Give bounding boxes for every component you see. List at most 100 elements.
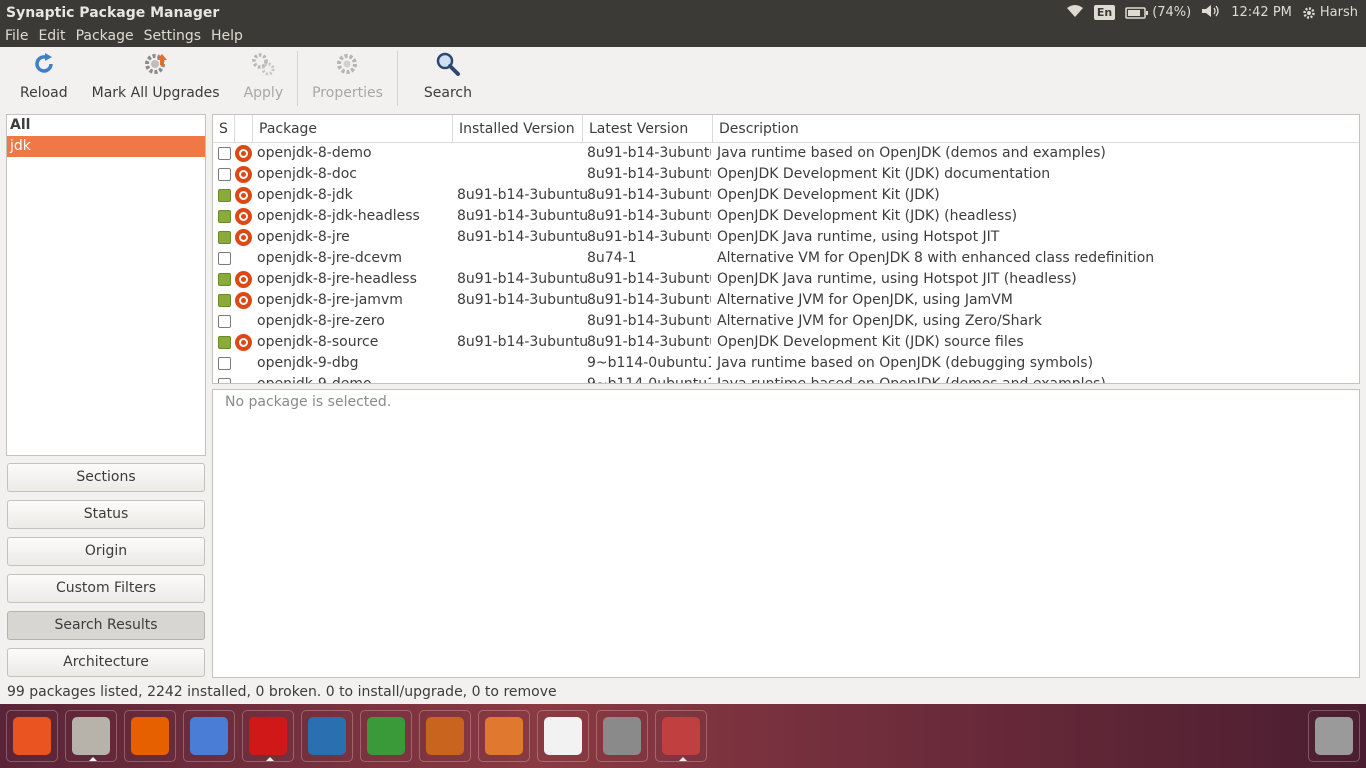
properties-label: Properties — [312, 85, 383, 101]
table-row[interactable]: openjdk-8-jre 8u91-b14-3ubuntu 8u91-b14-3u… — [213, 227, 1359, 248]
column-header-package[interactable]: Package — [253, 115, 453, 143]
package-name: openjdk-8-demo — [257, 145, 372, 161]
package-name: openjdk-8-jre-headless — [257, 271, 417, 287]
ubuntu-supported-icon — [235, 145, 252, 162]
table-row[interactable]: openjdk-8-jre-headless 8u91-b14-3ubuntu 8u… — [213, 269, 1359, 290]
package-status-checkbox[interactable] — [218, 210, 231, 223]
menu-file[interactable]: File — [5, 28, 28, 44]
package-status-checkbox[interactable] — [218, 336, 231, 349]
reload-button[interactable]: Reload — [0, 47, 80, 110]
table-row[interactable]: openjdk-8-jre-jamvm 8u91-b14-3ubuntu 8u91-… — [213, 290, 1359, 311]
table-row[interactable]: openjdk-9-dbg 9~b114-0ubuntu1 Java runtime… — [213, 353, 1359, 374]
mark-all-upgrades-button[interactable]: Mark All Upgrades — [80, 47, 232, 110]
package-status-checkbox[interactable] — [218, 252, 231, 265]
menu-package[interactable]: Package — [76, 28, 134, 44]
package-name: openjdk-9-dbg — [257, 355, 359, 371]
running-indicator — [266, 757, 274, 761]
keyboard-layout-indicator[interactable]: En — [1093, 5, 1116, 20]
package-description: OpenJDK Development Kit (JDK) — [717, 187, 940, 203]
menu-settings[interactable]: Settings — [144, 28, 201, 44]
table-row[interactable]: openjdk-8-jdk-headless 8u91-b14-3ubuntu 8u… — [213, 206, 1359, 227]
filter-item-all[interactable]: All — [7, 115, 205, 136]
apply-button[interactable]: Apply — [232, 47, 296, 110]
impress-icon[interactable] — [419, 710, 471, 762]
ubuntu-supported-icon — [235, 187, 252, 204]
menu-edit[interactable]: Edit — [38, 28, 65, 44]
files-icon[interactable] — [65, 710, 117, 762]
architecture-button[interactable]: Architecture — [7, 648, 205, 677]
table-row[interactable]: openjdk-8-jre-zero 8u91-b14-3ubuntu Altern… — [213, 311, 1359, 332]
table-row[interactable]: openjdk-8-demo 8u91-b14-3ubuntu Java runti… — [213, 143, 1359, 164]
battery-indicator[interactable]: (74%) — [1125, 5, 1191, 20]
battery-icon — [1125, 6, 1149, 19]
volume-icon[interactable] — [1201, 4, 1221, 22]
column-header-status[interactable]: S — [213, 115, 235, 143]
battery-percent: (74%) — [1152, 5, 1192, 20]
software-center-icon[interactable] — [478, 710, 530, 762]
reload-label: Reload — [20, 85, 68, 101]
package-name: openjdk-8-jre-zero — [257, 313, 385, 329]
package-status-checkbox[interactable] — [218, 315, 231, 328]
wifi-icon[interactable] — [1066, 4, 1084, 22]
table-row[interactable]: openjdk-9-demo 9~b114-0ubuntu1 Java runtim… — [213, 374, 1359, 383]
latest-version: 8u91-b14-3ubuntu — [587, 166, 711, 182]
properties-button[interactable]: Properties — [300, 47, 395, 110]
chromium-icon[interactable] — [183, 710, 235, 762]
trash-icon[interactable] — [1308, 710, 1360, 762]
package-status-checkbox[interactable] — [218, 168, 231, 181]
package-status-checkbox[interactable] — [218, 378, 231, 383]
status-button[interactable]: Status — [7, 500, 205, 529]
table-row[interactable]: openjdk-8-jdk 8u91-b14-3ubuntu 8u91-b14-3u… — [213, 185, 1359, 206]
upgrade-gear-icon — [143, 51, 169, 77]
table-row[interactable]: openjdk-8-doc 8u91-b14-3ubuntu OpenJDK Dev… — [213, 164, 1359, 185]
filter-list: All jdk — [6, 114, 206, 456]
properties-gear-icon — [334, 51, 360, 77]
firefox-icon[interactable] — [124, 710, 176, 762]
latest-version: 9~b114-0ubuntu1 — [587, 355, 711, 371]
opera-icon[interactable] — [242, 710, 294, 762]
package-status-checkbox[interactable] — [218, 231, 231, 244]
package-status-checkbox[interactable] — [218, 189, 231, 202]
opera-glyph — [249, 717, 287, 755]
filter-item-jdk[interactable]: jdk — [7, 136, 205, 157]
column-header-description[interactable]: Description — [713, 115, 1359, 143]
writer-glyph — [308, 717, 346, 755]
package-status-checkbox[interactable] — [218, 294, 231, 307]
sections-button[interactable]: Sections — [7, 463, 205, 492]
user-name: Harsh — [1319, 5, 1358, 20]
table-row[interactable]: openjdk-8-jre-dcevm 8u74-1 Alternative VM … — [213, 248, 1359, 269]
custom-filters-button[interactable]: Custom Filters — [7, 574, 205, 603]
package-name: openjdk-8-jre-jamvm — [257, 292, 403, 308]
ubuntu-supported-icon — [235, 166, 252, 183]
apply-gears-icon — [250, 51, 276, 77]
firefox-glyph — [131, 717, 169, 755]
amazon-icon[interactable] — [537, 710, 589, 762]
package-status-checkbox[interactable] — [218, 147, 231, 160]
apply-label: Apply — [243, 85, 284, 101]
origin-button[interactable]: Origin — [7, 537, 205, 566]
column-header-support[interactable] — [235, 115, 253, 143]
calc-icon[interactable] — [360, 710, 412, 762]
impress-glyph — [426, 717, 464, 755]
search-results-button[interactable]: Search Results — [7, 611, 205, 640]
menu-help[interactable]: Help — [211, 28, 243, 44]
system-settings-icon[interactable] — [596, 710, 648, 762]
package-description: OpenJDK Development Kit (JDK) (headless) — [717, 208, 1018, 224]
package-status-checkbox[interactable] — [218, 357, 231, 370]
package-name: openjdk-8-jre — [257, 229, 350, 245]
writer-icon[interactable] — [301, 710, 353, 762]
latest-version: 8u91-b14-3ubuntu — [587, 145, 711, 161]
ubuntu-supported-icon — [235, 271, 252, 288]
session-menu[interactable]: Harsh — [1302, 5, 1358, 20]
search-button[interactable]: Search — [400, 47, 484, 110]
column-header-installed-version[interactable]: Installed Version — [453, 115, 583, 143]
package-description: OpenJDK Development Kit (JDK) documentat… — [717, 166, 1051, 182]
clock[interactable]: 12:42 PM — [1231, 5, 1292, 20]
table-row[interactable]: openjdk-8-source 8u91-b14-3ubuntu 8u91-b14… — [213, 332, 1359, 353]
package-name: openjdk-8-jre-dcevm — [257, 250, 402, 266]
package-status-checkbox[interactable] — [218, 273, 231, 286]
synaptic-icon[interactable] — [655, 710, 707, 762]
ubuntu-dash-icon[interactable] — [6, 710, 58, 762]
column-header-latest-version[interactable]: Latest Version — [583, 115, 713, 143]
package-name: openjdk-8-source — [257, 334, 379, 350]
